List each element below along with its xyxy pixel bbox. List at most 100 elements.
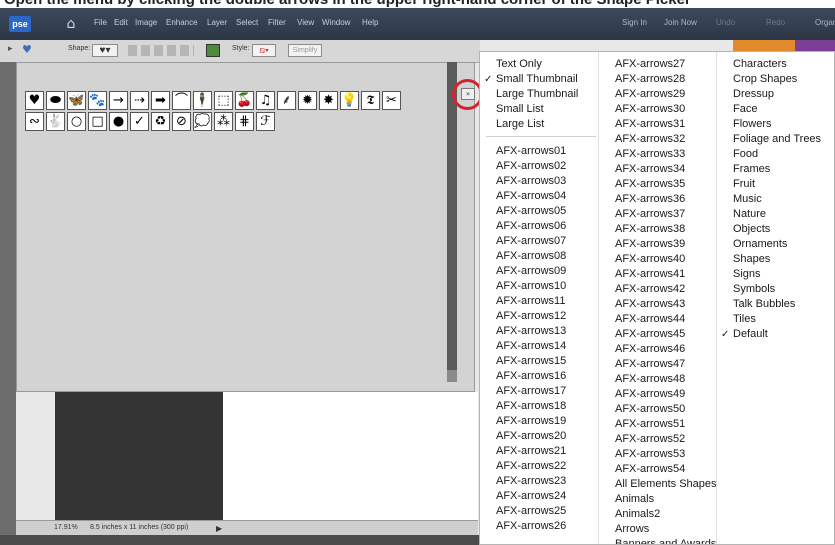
picker-scrollbar[interactable]	[447, 62, 457, 382]
shape-thumbnail[interactable]: ○	[67, 112, 86, 131]
shape-library-item[interactable]: AFX-arrows15	[480, 354, 598, 369]
shape-library-item[interactable]: Nature	[717, 207, 834, 222]
shape-library-item[interactable]: AFX-arrows40	[599, 252, 717, 267]
shape-library-item[interactable]: AFX-arrows27	[599, 57, 717, 72]
shape-thumbnail[interactable]: ⌒	[172, 91, 191, 110]
shape-library-item[interactable]: AFX-arrows19	[480, 414, 598, 429]
picker-scroll-thumb[interactable]	[447, 370, 457, 382]
shape-thumbnail[interactable]: 💡	[340, 91, 359, 110]
shape-library-item[interactable]: AFX-arrows24	[480, 489, 598, 504]
custom-shape-tool-icon[interactable]: ♥	[22, 43, 32, 56]
shape-library-item[interactable]: All Elements Shapes	[599, 477, 717, 492]
shape-thumbnail[interactable]: ➡	[151, 91, 170, 110]
shape-thumbnail[interactable]: ♥	[25, 91, 44, 110]
shape-library-item[interactable]: Food	[717, 147, 834, 162]
shape-library-item[interactable]: AFX-arrows50	[599, 402, 717, 417]
shape-library-item[interactable]: Dressup	[717, 87, 834, 102]
shape-library-item[interactable]: AFX-arrows53	[599, 447, 717, 462]
shape-library-item[interactable]: AFX-arrows08	[480, 249, 598, 264]
shape-library-item[interactable]: AFX-arrows02	[480, 159, 598, 174]
color-swatch[interactable]	[206, 44, 220, 57]
shape-library-item[interactable]: AFX-arrows49	[599, 387, 717, 402]
shape-library-item[interactable]: AFX-arrows04	[480, 189, 598, 204]
view-option-item[interactable]: Small List	[480, 102, 598, 117]
shape-library-item[interactable]: ✓ Default	[717, 327, 834, 342]
shape-library-item[interactable]: AFX-arrows18	[480, 399, 598, 414]
shape-thumbnail[interactable]: ✂	[382, 91, 401, 110]
shape-library-item[interactable]: AFX-arrows11	[480, 294, 598, 309]
shape-thumbnail[interactable]: ♫	[256, 91, 275, 110]
shape-library-item[interactable]: Shapes	[717, 252, 834, 267]
shape-library-item[interactable]: AFX-arrows13	[480, 324, 598, 339]
shape-library-item[interactable]: Signs	[717, 267, 834, 282]
shape-library-item[interactable]: AFX-arrows35	[599, 177, 717, 192]
tool-arrow-icon[interactable]: ▸	[8, 44, 13, 54]
shape-library-item[interactable]: Ornaments	[717, 237, 834, 252]
shape-library-item[interactable]: AFX-arrows10	[480, 279, 598, 294]
shape-dropdown[interactable]: ♥▾	[92, 44, 118, 57]
shape-library-item[interactable]: AFX-arrows36	[599, 192, 717, 207]
shape-library-item[interactable]: AFX-arrows45	[599, 327, 717, 342]
shape-library-item[interactable]: Objects	[717, 222, 834, 237]
shape-library-item[interactable]: AFX-arrows28	[599, 72, 717, 87]
shape-library-item[interactable]: AFX-arrows54	[599, 462, 717, 477]
shape-library-item[interactable]: Face	[717, 102, 834, 117]
sign-in-link[interactable]: Sign In	[622, 18, 647, 27]
shape-library-item[interactable]: AFX-arrows25	[480, 504, 598, 519]
shape-library-item[interactable]: Music	[717, 192, 834, 207]
shape-library-item[interactable]: AFX-arrows31	[599, 117, 717, 132]
shape-library-item[interactable]: AFX-arrows12	[480, 309, 598, 324]
shape-thumbnail[interactable]: ⁂	[214, 112, 233, 131]
shape-library-item[interactable]: AFX-arrows34	[599, 162, 717, 177]
shape-library-item[interactable]: Arrows	[599, 522, 717, 537]
join-now-link[interactable]: Join Now	[664, 18, 697, 27]
shape-thumbnail[interactable]: 🦋	[67, 91, 86, 110]
shape-thumbnail[interactable]: ✓	[130, 112, 149, 131]
shape-library-item[interactable]: AFX-arrows48	[599, 372, 717, 387]
shape-library-item[interactable]: AFX-arrows23	[480, 474, 598, 489]
shape-thumbnail[interactable]: ●	[109, 112, 128, 131]
menu-file[interactable]: File	[94, 18, 107, 27]
shape-library-item[interactable]: AFX-arrows30	[599, 102, 717, 117]
shape-library-item[interactable]: Tiles	[717, 312, 834, 327]
view-option-item[interactable]: ✓ Small Thumbnail	[480, 72, 598, 87]
shape-library-item[interactable]: AFX-arrows06	[480, 219, 598, 234]
menu-help[interactable]: Help	[362, 18, 378, 27]
shape-library-item[interactable]: AFX-arrows52	[599, 432, 717, 447]
shape-thumbnail[interactable]: □	[88, 112, 107, 131]
shape-thumbnail[interactable]: 𝕿	[361, 91, 380, 110]
shape-thumbnail[interactable]: 🕴	[193, 91, 212, 110]
menu-image[interactable]: Image	[135, 18, 157, 27]
shape-library-item[interactable]: Symbols	[717, 282, 834, 297]
shape-library-item[interactable]: AFX-arrows43	[599, 297, 717, 312]
view-option-item[interactable]: Large List	[480, 117, 598, 132]
shape-library-item[interactable]: AFX-arrows03	[480, 174, 598, 189]
shape-thumbnail[interactable]: 🐇	[46, 112, 65, 131]
shape-thumbnail[interactable]: ✸	[319, 91, 338, 110]
shape-library-item[interactable]: AFX-arrows16	[480, 369, 598, 384]
shape-thumbnail[interactable]: ∾	[25, 112, 44, 131]
shape-library-item[interactable]: Animals	[599, 492, 717, 507]
shape-library-item[interactable]: Characters	[717, 57, 834, 72]
shape-library-item[interactable]: AFX-arrows47	[599, 357, 717, 372]
shape-thumbnail[interactable]: ✹	[298, 91, 317, 110]
shape-thumbnail[interactable]: ⋕	[235, 112, 254, 131]
shape-thumbnail[interactable]: 🍒	[235, 91, 254, 110]
shape-library-item[interactable]: Fruit	[717, 177, 834, 192]
shape-thumbnail[interactable]: ♻	[151, 112, 170, 131]
shape-thumbnail[interactable]: ⬬	[46, 91, 65, 110]
simplify-button[interactable]: Simplify	[288, 44, 322, 57]
shape-thumbnail[interactable]: ⇢	[130, 91, 149, 110]
shape-library-item[interactable]: AFX-arrows33	[599, 147, 717, 162]
menu-window[interactable]: Window	[322, 18, 350, 27]
shape-library-item[interactable]: AFX-arrows39	[599, 237, 717, 252]
shape-library-item[interactable]: AFX-arrows07	[480, 234, 598, 249]
shape-thumbnail[interactable]: ⊘	[172, 112, 191, 131]
status-arrow-icon[interactable]: ▶	[216, 524, 222, 533]
shape-library-item[interactable]: Animals2	[599, 507, 717, 522]
shape-library-item[interactable]: AFX-arrows41	[599, 267, 717, 282]
shape-thumbnail[interactable]: ⬚	[214, 91, 233, 110]
shape-thumbnail[interactable]: →	[109, 91, 128, 110]
home-icon[interactable]: ⌂	[62, 15, 80, 33]
undo-button[interactable]: Undo	[716, 18, 735, 27]
